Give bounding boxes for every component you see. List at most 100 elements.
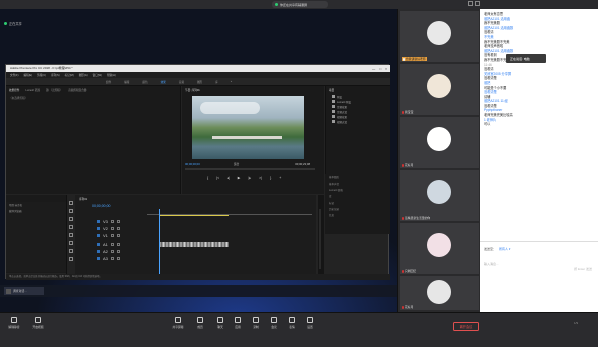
tab-source[interactable]: 源:（无剪辑） — [46, 88, 62, 92]
menu-edit[interactable]: 编辑(E) — [24, 73, 33, 77]
type-tool-icon[interactable] — [69, 257, 73, 261]
work-area-bar[interactable] — [159, 215, 229, 216]
track-a2[interactable]: A2 — [97, 249, 312, 254]
participant-tile[interactable]: 只剩回忆 — [400, 223, 479, 274]
eye-icon[interactable] — [116, 233, 120, 237]
unmute-button[interactable]: 解除静音 — [2, 317, 26, 329]
menu-graphics[interactable]: 图形(G) — [79, 73, 88, 77]
selection-tool-icon[interactable] — [69, 201, 73, 205]
shared-taskbar: 调查对话... — [0, 285, 397, 297]
track-target-icon[interactable] — [97, 249, 100, 253]
menu-marker[interactable]: 标记(M) — [65, 73, 74, 77]
participant-tile[interactable]: 给我讲讲好老师 — [400, 11, 479, 62]
recipient-select[interactable]: 所有人 ▾ — [499, 247, 510, 251]
ws-assembly[interactable]: 组件 — [106, 80, 111, 84]
ws-effects[interactable]: 效果 — [161, 80, 166, 84]
avatar — [427, 74, 451, 98]
track-target-icon[interactable] — [97, 219, 100, 223]
playhead[interactable] — [159, 209, 160, 275]
effects-item[interactable]: 视频过渡 — [326, 119, 390, 124]
share-screen-button[interactable]: 共享屏幕 — [166, 317, 190, 329]
lock-icon[interactable] — [110, 219, 114, 223]
folder-icon — [332, 105, 335, 108]
chat-panel: 老师太有意思 谁把A2101 活用函 我不完美剧 谁把A2101 活用函数 没看… — [480, 9, 598, 312]
settings-button[interactable]: 设置 — [298, 317, 322, 329]
meeting-status-pill[interactable]: 你还在共享有辅课屏 — [272, 1, 328, 8]
chat-messages[interactable]: 老师太有意思 谁把A2101 活用函 我不完美剧 谁把A2101 活用函数 没看… — [480, 9, 598, 234]
timeline-timecode[interactable]: 00;00;00;00 — [92, 204, 111, 208]
step-back-icon[interactable]: ◂| — [227, 176, 230, 180]
start-video-button[interactable]: 开启视频 — [26, 317, 50, 329]
slip-tool-icon[interactable] — [69, 233, 73, 237]
pen-tool-icon[interactable] — [69, 241, 73, 245]
solo-icon[interactable] — [116, 242, 120, 246]
audio-clip[interactable] — [159, 242, 229, 247]
menu-window[interactable]: 窗口(W) — [93, 73, 102, 77]
program-timecode[interactable]: 00;00;00;00 — [185, 162, 200, 166]
participant-tile[interactable]: 蓝精灵新生活里的你 — [400, 170, 479, 221]
tab-program[interactable]: 节目: 序列01 — [185, 88, 200, 92]
mute-icon[interactable] — [110, 242, 114, 246]
eye-icon[interactable] — [116, 219, 120, 223]
ws-more[interactable]: » — [231, 80, 232, 83]
tab-audio-mixer[interactable]: 音频剪辑混合器: — [68, 88, 87, 92]
menu-file[interactable]: 文件(F) — [10, 73, 19, 77]
record-icon — [253, 317, 259, 323]
ws-audio[interactable]: 音频 — [179, 80, 184, 84]
track-v2[interactable]: V2 — [97, 226, 312, 231]
razor-tool-icon[interactable] — [69, 225, 73, 229]
go-to-in-icon[interactable]: |< — [216, 176, 219, 180]
fit-dropdown[interactable]: 适合 — [234, 162, 239, 166]
track-a3[interactable]: A3 — [97, 256, 312, 261]
panel-info[interactable]: 信息 — [325, 212, 390, 218]
mute-icon[interactable] — [110, 256, 114, 260]
hand-tool-icon[interactable] — [69, 249, 73, 253]
tab-effects[interactable]: 项目 — [329, 88, 334, 92]
participant-name: 我宝宝 — [405, 110, 414, 114]
fullscreen-icon[interactable] — [475, 1, 480, 6]
play-icon[interactable]: ▶ — [238, 176, 241, 180]
mic-icon — [11, 317, 17, 323]
solo-icon[interactable] — [116, 249, 120, 253]
add-button-icon[interactable]: + — [279, 176, 281, 180]
leave-meeting-button[interactable]: 离开会议 — [453, 322, 479, 331]
track-target-icon[interactable] — [97, 256, 100, 260]
layout-icon[interactable] — [468, 1, 473, 6]
lock-icon[interactable] — [110, 226, 114, 230]
mark-in-icon[interactable]: { — [207, 176, 208, 180]
tab-timeline[interactable]: 序列01 — [79, 197, 87, 201]
participant-tile[interactable]: 我宝宝 — [400, 64, 479, 115]
mute-icon[interactable] — [110, 249, 114, 253]
track-select-tool-icon[interactable] — [69, 209, 73, 213]
mark-out-icon[interactable]: } — [270, 176, 271, 180]
emoji-icon — [289, 317, 295, 323]
chat-input[interactable]: 输入消息... — [484, 262, 499, 266]
track-target-icon[interactable] — [97, 233, 100, 237]
participant-tile[interactable]: 花好月 — [400, 276, 479, 310]
ws-editing[interactable]: 编辑 — [124, 80, 129, 84]
track-target-icon[interactable] — [97, 226, 100, 230]
ripple-edit-tool-icon[interactable] — [69, 217, 73, 221]
share-indicator: 正在共享 — [4, 21, 22, 26]
menu-clip[interactable]: 剪辑(C) — [37, 73, 46, 77]
taskbar-item[interactable]: 调查对话... — [4, 287, 44, 295]
ws-graphics[interactable]: 图形 — [197, 80, 202, 84]
solo-icon[interactable] — [116, 256, 120, 260]
track-v3[interactable]: V3 — [97, 219, 312, 224]
menu-help[interactable]: 帮助(H) — [107, 73, 116, 77]
menu-sequence[interactable]: 序列(S) — [51, 73, 60, 77]
lock-icon[interactable] — [110, 233, 114, 237]
program-video-frame[interactable] — [192, 96, 304, 159]
participant-tile[interactable]: 花好月 — [400, 117, 479, 168]
track-target-icon[interactable] — [97, 242, 100, 246]
go-to-out-icon[interactable]: >| — [259, 176, 262, 180]
tab-media-browser[interactable]: 媒体浏览器 — [6, 208, 66, 214]
program-scrubber[interactable] — [185, 168, 315, 170]
ws-color[interactable]: 颜色 — [142, 80, 147, 84]
step-forward-icon[interactable]: |▸ — [249, 176, 252, 180]
tab-lumetri-scopes[interactable]: Lumetri 范围 — [25, 88, 40, 92]
track-v1[interactable]: V1 — [97, 233, 312, 238]
tab-effect-controls[interactable]: 效果控件 — [9, 88, 19, 92]
ws-libraries[interactable]: 库 — [215, 80, 218, 84]
eye-icon[interactable] — [116, 226, 120, 230]
